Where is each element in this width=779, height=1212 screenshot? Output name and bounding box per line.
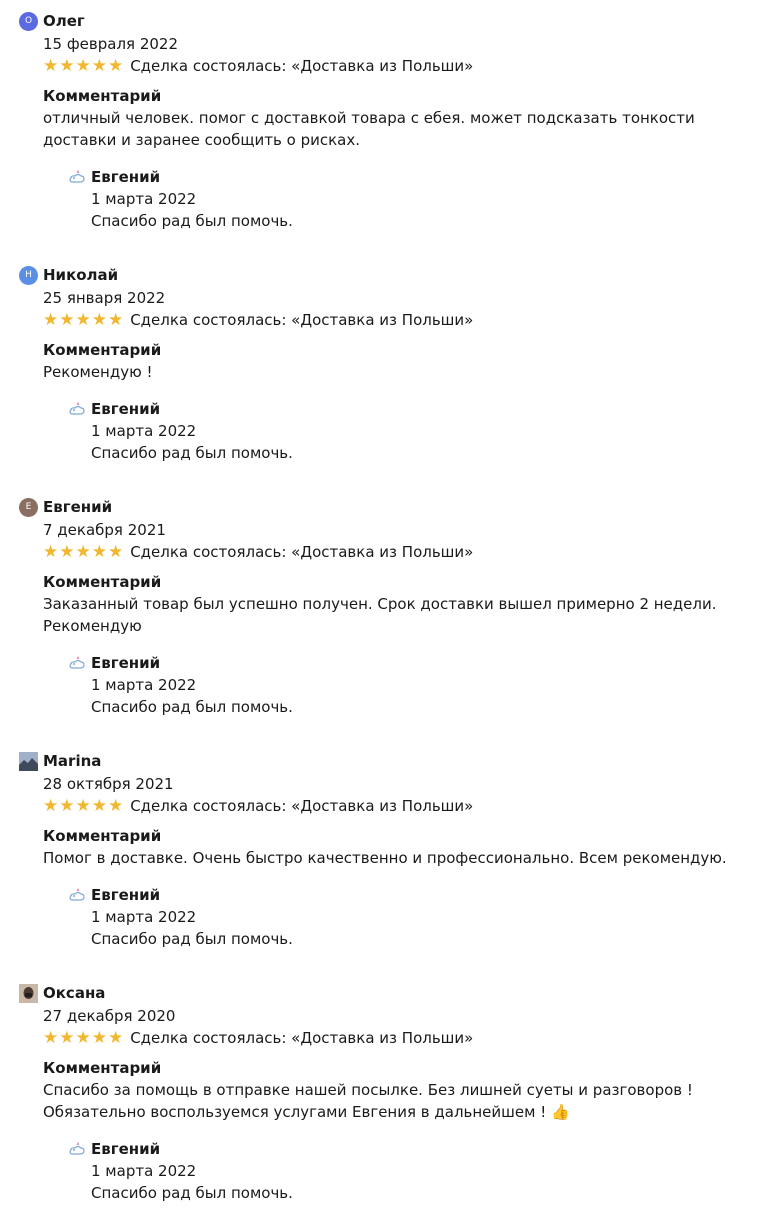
reply: Евгений 1 марта 2022 Спасибо рад был пом… <box>68 652 718 718</box>
star-rating-icon: ★★★★★ <box>43 1028 125 1048</box>
reply-text: Спасибо рад был помочь. <box>91 212 293 230</box>
reply-text: Спасибо рад был помочь. <box>91 930 293 948</box>
reply-date: 1 марта 2022 <box>91 422 197 440</box>
avatar[interactable]: О <box>19 11 38 31</box>
review-item: Оксана 27 декабря 2020 ★★★★★ Сделка сост… <box>0 972 779 1212</box>
comment-label: Комментарий <box>43 827 162 845</box>
review-date: 28 октября 2021 <box>43 775 174 793</box>
reply: Евгений 1 марта 2022 Спасибо рад был пом… <box>68 166 718 232</box>
deal-info: Сделка состоялась: «Доставка из Польши» <box>130 543 474 561</box>
star-rating-icon: ★★★★★ <box>43 310 125 330</box>
deal-info: Сделка состоялась: «Доставка из Польши» <box>130 311 474 329</box>
review-item: О Олег 15 февраля 2022 ★★★★★ Сделка сост… <box>0 0 779 240</box>
comment-text: Спасибо за помощь в отправке нашей посыл… <box>43 1081 693 1121</box>
reply-author[interactable]: Евгений <box>91 168 160 186</box>
avatar[interactable] <box>19 983 38 1003</box>
rating-row: ★★★★★ Сделка состоялась: «Доставка из По… <box>43 541 473 563</box>
review-date: 15 февраля 2022 <box>43 35 179 53</box>
dog-avatar-icon <box>69 401 85 415</box>
review-date: 7 декабря 2021 <box>43 521 166 539</box>
review-item: Е Евгений 7 декабря 2021 ★★★★★ Сделка со… <box>0 486 779 726</box>
star-rating-icon: ★★★★★ <box>43 56 125 76</box>
reply: Евгений 1 марта 2022 Спасибо рад был пом… <box>68 884 718 950</box>
deal-info: Сделка состоялась: «Доставка из Польши» <box>130 797 474 815</box>
review-author[interactable]: Marina <box>19 750 101 772</box>
author-name[interactable]: Оксана <box>43 984 105 1002</box>
star-rating-icon: ★★★★★ <box>43 796 125 816</box>
author-name[interactable]: Marina <box>43 752 101 770</box>
reply-date: 1 марта 2022 <box>91 908 197 926</box>
reply-text: Спасибо рад был помочь. <box>91 1184 293 1202</box>
review-item: Marina 28 октября 2021 ★★★★★ Сделка сост… <box>0 740 779 980</box>
author-name[interactable]: Олег <box>43 12 85 30</box>
comment-label: Комментарий <box>43 573 162 591</box>
dog-avatar-icon <box>69 887 85 901</box>
star-rating-icon: ★★★★★ <box>43 542 125 562</box>
dog-avatar-icon <box>69 1141 85 1155</box>
comment-label: Комментарий <box>43 341 162 359</box>
avatar[interactable]: Е <box>19 497 38 517</box>
review-item: Н Николай 25 января 2022 ★★★★★ Сделка со… <box>0 254 779 494</box>
rating-row: ★★★★★ Сделка состоялась: «Доставка из По… <box>43 1027 473 1049</box>
comment-text: Рекомендую ! <box>43 363 153 381</box>
review-author[interactable]: Оксана <box>19 982 105 1004</box>
author-name[interactable]: Евгений <box>43 498 112 516</box>
dog-avatar-icon <box>69 169 85 183</box>
comment-text: отличный человек. помог с доставкой това… <box>43 109 695 149</box>
reply-author[interactable]: Евгений <box>91 400 160 418</box>
comment-label: Комментарий <box>43 87 162 105</box>
rating-row: ★★★★★ Сделка состоялась: «Доставка из По… <box>43 309 473 331</box>
comment-label: Комментарий <box>43 1059 162 1077</box>
reply-date: 1 марта 2022 <box>91 1162 197 1180</box>
dog-avatar-icon <box>69 655 85 669</box>
reply-date: 1 марта 2022 <box>91 190 197 208</box>
reply: Евгений 1 марта 2022 Спасибо рад был пом… <box>68 398 718 464</box>
reply-author[interactable]: Евгений <box>91 1140 160 1158</box>
reply-author[interactable]: Евгений <box>91 654 160 672</box>
review-author[interactable]: Е Евгений <box>19 496 112 518</box>
deal-info: Сделка состоялась: «Доставка из Польши» <box>130 57 474 75</box>
deal-info: Сделка состоялась: «Доставка из Польши» <box>130 1029 474 1047</box>
rating-row: ★★★★★ Сделка состоялась: «Доставка из По… <box>43 55 473 77</box>
avatar[interactable] <box>19 751 38 771</box>
review-date: 27 декабря 2020 <box>43 1007 176 1025</box>
reply-text: Спасибо рад был помочь. <box>91 698 293 716</box>
reply-author[interactable]: Евгений <box>91 886 160 904</box>
reply: Евгений 1 марта 2022 Спасибо рад был пом… <box>68 1138 718 1204</box>
comment-text: Помог в доставке. Очень быстро качествен… <box>43 849 727 867</box>
review-author[interactable]: Н Николай <box>19 264 118 286</box>
reply-date: 1 марта 2022 <box>91 676 197 694</box>
photo-avatar-icon <box>19 751 38 771</box>
author-name[interactable]: Николай <box>43 266 118 284</box>
photo-avatar-icon <box>19 983 38 1003</box>
rating-row: ★★★★★ Сделка состоялась: «Доставка из По… <box>43 795 473 817</box>
comment-text: Заказанный товар был успешно получен. Ср… <box>43 595 717 635</box>
avatar[interactable]: Н <box>19 265 38 285</box>
review-date: 25 января 2022 <box>43 289 166 307</box>
review-author[interactable]: О Олег <box>19 10 85 32</box>
reply-text: Спасибо рад был помочь. <box>91 444 293 462</box>
